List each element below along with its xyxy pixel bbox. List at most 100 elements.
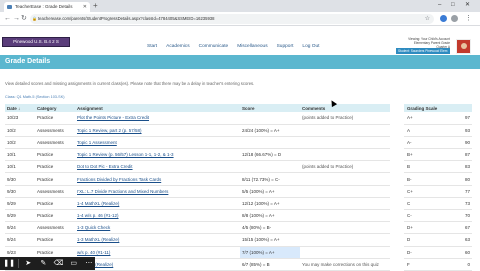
page-title: Grade Details: [0, 55, 480, 69]
eraser-icon[interactable]: ⌫: [52, 258, 64, 269]
col-comments[interactable]: Comments: [300, 104, 390, 112]
nav-support[interactable]: Support: [277, 44, 294, 49]
nav-start[interactable]: Start: [147, 44, 157, 49]
grade-row: 10/23 Practice Plot the Points Picture - E…: [5, 112, 390, 125]
grade-category: Practice: [35, 160, 75, 174]
grade-comment: (points added to Practice): [300, 112, 390, 125]
scale-min-percent: 87: [435, 148, 472, 162]
grade-date: 9/24: [5, 221, 35, 235]
scale-min-percent: 83: [435, 160, 472, 174]
nav-academics[interactable]: Academics: [166, 44, 189, 49]
scale-row: F0: [404, 258, 472, 271]
scale-min-percent: 70: [435, 209, 472, 223]
grade-row: 9/29 Practice 1-4 w/s p. 46 (#1-12) 8/8 (10…: [5, 209, 390, 223]
grade-date: 10/23: [5, 112, 35, 125]
bookmark-star-icon[interactable]: ☆: [425, 14, 430, 24]
grade-assignment-link[interactable]: 1-3 Quick Check: [75, 221, 240, 235]
pause-icon[interactable]: ❚❚: [3, 258, 15, 269]
pen-icon[interactable]: ✎: [37, 258, 49, 269]
col-score[interactable]: Score: [240, 104, 300, 112]
scale-min-percent: 67: [435, 221, 472, 235]
grade-assignment-link[interactable]: I'XL: L.7 Divide Fractions and Mixed Num…: [75, 185, 240, 198]
nav-communicate[interactable]: Communicate: [199, 44, 229, 49]
col-category[interactable]: Category: [35, 104, 75, 112]
scale-grade: A: [404, 124, 436, 137]
grade-assignment-link[interactable]: 1-2 Quiz (Realize): [75, 258, 240, 271]
new-tab-icon[interactable]: +: [93, 1, 98, 11]
grade-comment: [300, 209, 390, 223]
grade-assignment-link[interactable]: Topic 1 Review (p. 56/57) Lesson 1-1, 1-…: [75, 148, 240, 162]
url-input[interactable]: 🔒 teacherease.com/parents/StudentProgres…: [30, 14, 434, 24]
toolbar-divider: [18, 259, 20, 268]
minimize-button[interactable]: –: [438, 0, 441, 11]
forward-icon[interactable]: →: [13, 14, 20, 24]
scale-min-percent: 63: [435, 233, 472, 247]
grade-date: 9/29: [5, 197, 35, 211]
grade-assignment-link[interactable]: Fractions Divided by Fractions Task Card…: [75, 172, 240, 186]
class-link[interactable]: Class: Q1 Math-5 (Section 103-SK): [5, 95, 65, 99]
grade-assignment-link[interactable]: Plot the Points Picture - Extra Credit: [75, 112, 240, 125]
grade-assignment-link[interactable]: Topic 1 Review, part 2 (p. 57/58): [75, 124, 240, 137]
nav-logout[interactable]: Log Out: [302, 44, 319, 49]
profile-icon[interactable]: [451, 15, 458, 22]
grade-assignment-link[interactable]: Topic 1 Assessment: [75, 136, 240, 150]
grade-assignment-link[interactable]: w/s p. 40 (#1-11): [75, 246, 240, 259]
grade-comment: [300, 221, 390, 235]
grade-assignment-link[interactable]: 1-3 MathXL (Realize): [75, 233, 240, 247]
scale-min-percent: 97: [435, 112, 472, 125]
scale-min-percent: 90: [435, 136, 472, 150]
url-text: teacherease.com/parents/StudentProgressD…: [38, 16, 215, 21]
grade-assignment-link[interactable]: 1-4 w/s p. 46 (#1-12): [75, 209, 240, 223]
extension-icon[interactable]: [440, 15, 447, 22]
student-selector[interactable]: Student: Saunders Pinewood Elem: [396, 48, 450, 54]
grade-score: 6/7 (85%) = B: [240, 258, 300, 271]
grade-comment: [300, 233, 390, 247]
scale-min-percent: 77: [435, 185, 472, 198]
grading-scale-table: Grading Scale A+ 97 A 93 A- 90 B+ 87 B 83 B- 80 C+ 77…: [404, 104, 472, 271]
grade-score: 8/8 (100%) = A+: [240, 209, 300, 223]
back-icon[interactable]: ←: [4, 14, 11, 24]
scale-row: A- 90: [404, 136, 472, 150]
grades-table: Date ↓ Category Assignment Score Comment…: [5, 104, 390, 271]
grade-score: 24/24 (100%) = A+: [240, 124, 300, 137]
col-date[interactable]: Date ↓: [5, 104, 35, 112]
grade-score: 15/15 (100%) = A+: [240, 233, 300, 247]
grade-date: 10/2: [5, 136, 35, 150]
reload-icon[interactable]: ↻: [21, 14, 27, 24]
grade-date: 9/30: [5, 185, 35, 198]
grade-score: 4/5 (80%) = B-: [240, 221, 300, 235]
menu-icon[interactable]: ⋮: [465, 14, 472, 24]
close-window-button[interactable]: ✕: [465, 0, 470, 11]
scale-min-percent: 0: [435, 258, 472, 271]
grade-date: 10/1: [5, 160, 35, 174]
scale-grade: D+: [404, 221, 436, 235]
grade-date: 9/24: [5, 233, 35, 247]
browser-tab[interactable]: TeacherEase : Grade Details ✕: [4, 2, 90, 12]
more-icon[interactable]: ⋯: [83, 258, 95, 269]
page-subtitle: View detailed scores and missing assignm…: [5, 81, 255, 86]
grade-score: 8/11 (72.73%) = C-: [240, 172, 300, 186]
grade-assignment-link[interactable]: Dot to Dot Pic - Extra Credit: [75, 160, 240, 174]
grade-date: 10/2: [5, 124, 35, 137]
school-logo[interactable]: Pinewood U.S. B.4 2 S: [2, 37, 70, 47]
tab-close-icon[interactable]: ✕: [83, 2, 87, 12]
grade-assignment-link[interactable]: 1-4 MathXL (Realize): [75, 197, 240, 211]
pointer-icon[interactable]: ➤: [22, 258, 34, 269]
scale-row: C+ 77: [404, 185, 472, 198]
col-assignment[interactable]: Assignment: [75, 104, 240, 112]
grade-row: 9/24 Assessments 1-3 Quick Check 4/5 (80%) …: [5, 221, 390, 235]
grade-row: 10/1 Practice Topic 1 Review (p. 56/57) Le…: [5, 148, 390, 162]
grade-date: 9/29: [5, 209, 35, 223]
screen-icon[interactable]: ▭: [68, 258, 80, 269]
grade-comment: [300, 246, 390, 259]
avatar-face-icon: [461, 43, 467, 49]
lock-icon: 🔒: [32, 16, 37, 21]
nav-miscellaneous[interactable]: Miscellaneous: [237, 44, 267, 49]
scale-grade: B-: [404, 172, 436, 186]
grade-comment: (points added to Practice): [300, 160, 390, 174]
maximize-button[interactable]: □: [451, 0, 455, 11]
grade-date: 10/1: [5, 148, 35, 162]
grade-score: [240, 136, 300, 150]
scale-header: Grading Scale: [404, 104, 472, 112]
scale-grade: A+: [404, 112, 436, 125]
